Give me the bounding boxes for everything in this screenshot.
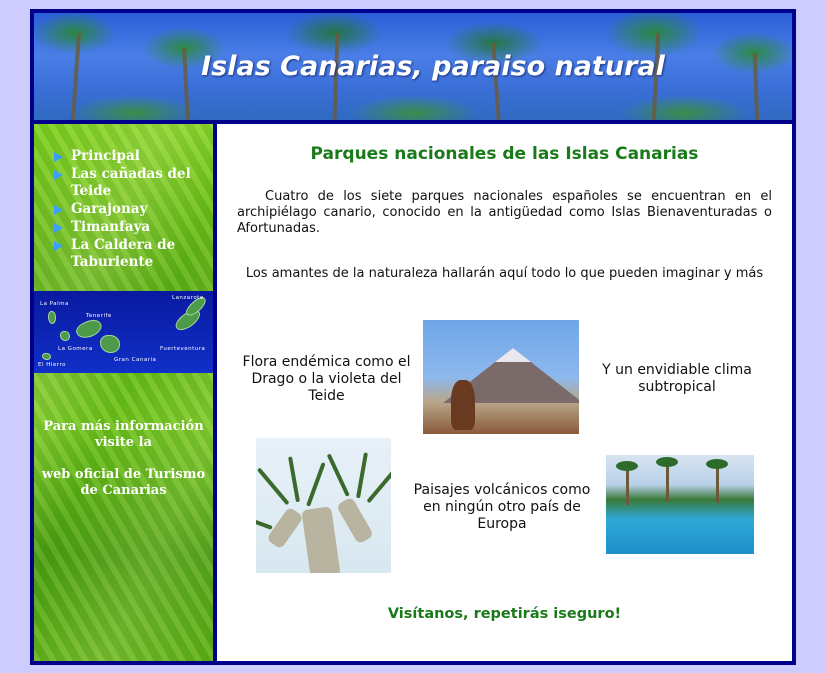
nature-paragraph: Los amantes de la naturaleza hallarán aq… <box>245 266 764 281</box>
map-label: Tenerife <box>86 313 112 319</box>
nav-item-timanfaya: Timanfaya <box>54 219 196 236</box>
caption-flora: Flora endémica como el Drago o la violet… <box>242 354 411 404</box>
sidebar: Principal Las cañadas del Teide Garajona… <box>34 124 213 661</box>
map-label: Gran Canaria <box>114 357 157 363</box>
resort-pool-photo <box>606 455 754 554</box>
caption-paisajes: Paisajes volcánicos como en ningún otro … <box>413 482 591 532</box>
map-label: Fuerteventura <box>160 346 206 352</box>
main-content: Parques nacionales de las Islas Canarias… <box>217 124 792 661</box>
map-label: La Gomera <box>58 346 93 352</box>
arrow-icon <box>54 223 63 233</box>
closing-slogan: Visítanos, repetirás iseguro! <box>387 606 622 622</box>
map-label: El Hierro <box>38 362 66 368</box>
page-frame: Islas Canarias, paraiso natural Principa… <box>30 9 796 665</box>
arrow-icon <box>54 170 63 180</box>
caption-clima: Y un envidiable clima subtropical <box>602 362 752 395</box>
nav-item-garajonay: Garajonay <box>54 201 196 218</box>
map-label: Lanzarote <box>172 295 204 301</box>
map-label: La Palma <box>40 301 69 307</box>
site-title: Islas Canarias, paraiso natural <box>201 51 665 82</box>
canary-islands-map: La Palma Tenerife Lanzarote La Gomera El… <box>34 291 213 373</box>
sidebar-nav: Principal Las cañadas del Teide Garajona… <box>54 148 196 272</box>
nav-link-garajonay[interactable]: Garajonay <box>71 201 196 218</box>
arrow-icon <box>54 241 63 251</box>
nav-item-caldera-taburiente: La Caldera de Taburiente <box>54 237 196 271</box>
nav-link-canadas-teide[interactable]: Las cañadas del Teide <box>71 166 196 200</box>
dragon-tree-photo <box>256 438 391 573</box>
page-heading: Parques nacionales de las Islas Canarias <box>310 144 699 164</box>
nav-link-principal[interactable]: Principal <box>71 148 196 165</box>
arrow-icon <box>54 152 63 162</box>
nav-item-canadas-teide: Las cañadas del Teide <box>54 166 196 200</box>
nav-link-timanfaya[interactable]: Timanfaya <box>71 219 196 236</box>
tourism-website-link[interactable]: web oficial de Turismo de Canarias <box>42 467 205 498</box>
more-info-block: Para más información visite la web ofici… <box>34 419 213 515</box>
more-info-text: Para más información visite la <box>43 419 204 450</box>
nav-item-principal: Principal <box>54 148 196 165</box>
teide-photo <box>423 320 579 434</box>
header-banner: Islas Canarias, paraiso natural <box>34 13 792 121</box>
arrow-icon <box>54 205 63 215</box>
nav-link-caldera-taburiente[interactable]: La Caldera de Taburiente <box>71 237 196 271</box>
intro-paragraph: Cuatro de los siete parques nacionales e… <box>237 189 772 236</box>
